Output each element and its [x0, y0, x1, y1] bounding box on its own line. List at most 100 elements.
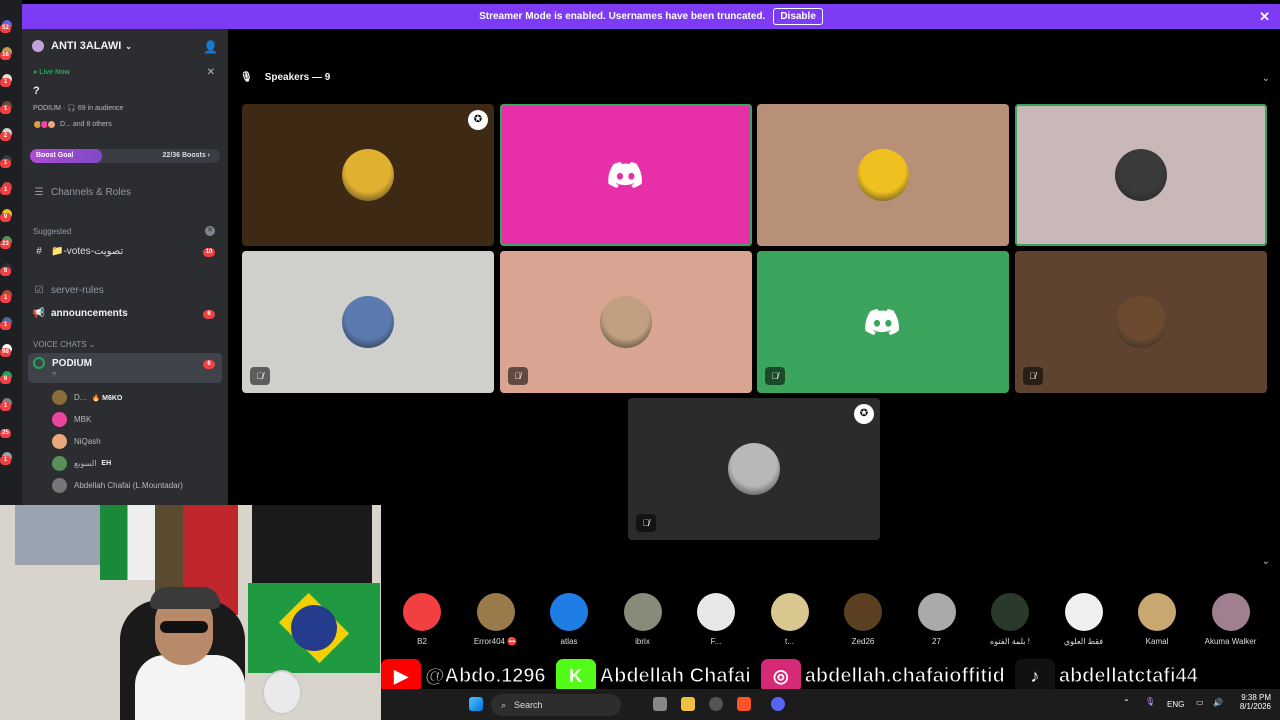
voice-user[interactable]: MBK	[52, 412, 91, 427]
server-badge: 16	[0, 51, 11, 60]
task-view-icon[interactable]	[653, 697, 667, 711]
avatar	[52, 434, 67, 449]
avatar	[728, 443, 780, 495]
audience-name: Zed26	[851, 637, 875, 646]
language-indicator[interactable]: ENG	[1167, 700, 1184, 709]
speaker-tile[interactable]: 🎙̸	[242, 251, 494, 393]
voice-user-name: السوبع	[74, 459, 97, 468]
tray-chevron-icon[interactable]: ⌃	[1123, 698, 1130, 707]
channel-podium[interactable]: PODIUM ? 6	[28, 353, 222, 383]
microphone-icon: 🎙	[240, 72, 253, 83]
audience-row: B2 Error404 ⛔ atlas ibrix F... t... Zed26 27 بلم…	[381, 579, 1280, 651]
server-badge: 25	[0, 429, 11, 438]
audience-member[interactable]: Akuma Walker	[1196, 593, 1266, 646]
server-header[interactable]: ANTI 3ALAWI ⌄ 👤	[22, 29, 228, 63]
disable-button[interactable]: Disable	[773, 8, 823, 25]
avatar	[917, 593, 956, 631]
audience-name: atlas	[560, 637, 578, 646]
audience-name: Error404 ⛔	[473, 637, 518, 646]
voice-user[interactable]: Abdellah Chafai (L.Mountadar)	[52, 478, 183, 493]
avatar	[550, 593, 588, 631]
avatar	[1138, 593, 1176, 631]
audience-member[interactable]: Kamal	[1122, 593, 1192, 646]
channel-votes[interactable]: # 📁-votes-تصويت	[32, 246, 123, 257]
server-logo-icon	[32, 40, 44, 52]
server-badge: 1	[0, 105, 11, 114]
stage-icon	[33, 357, 45, 369]
speakers-header: 🎙 Speakers — 9	[240, 72, 331, 83]
speaker-tile[interactable]: 🎙̸	[757, 251, 1009, 393]
avatar	[599, 296, 652, 348]
chevron-down-icon[interactable]: ⌄	[1262, 556, 1270, 567]
close-icon[interactable]: ✕	[1259, 9, 1270, 25]
audience-member[interactable]: atlas	[534, 593, 604, 646]
channel-server-rules[interactable]: ☑ server-rules	[32, 285, 104, 296]
audience-member[interactable]: بلمة الفتوه !	[975, 593, 1045, 646]
stage-others: D... and 8 others	[33, 120, 112, 129]
voice-user-name: Abdellah Chafai (L.Mountadar)	[74, 481, 183, 490]
speaker-tile[interactable]	[1014, 104, 1267, 246]
boost-goal-bar[interactable]: Boost Goal 22/36 Boosts ›	[30, 149, 220, 163]
volume-icon[interactable]: 🔊	[1213, 698, 1223, 707]
search-input[interactable]: ⌕ Search	[491, 694, 621, 716]
social-handle: ◎ abdellah.chafaioffitid	[760, 659, 1005, 693]
brave-icon[interactable]	[737, 697, 751, 711]
speaker-tile[interactable]: ✪ 🎙̸	[628, 398, 880, 540]
avatar	[342, 149, 394, 201]
stage-title[interactable]: ?	[33, 85, 40, 97]
discord-icon[interactable]	[771, 697, 785, 711]
social-handle: K Abdellah Chafai	[555, 659, 751, 693]
avatar	[1114, 296, 1167, 348]
instagram-icon: ◎	[760, 659, 801, 693]
server-badge: 23	[0, 240, 11, 249]
audience-member[interactable]: t...	[755, 593, 825, 646]
channels-roles-link[interactable]: ☰ Channels & Roles	[32, 187, 132, 198]
dismiss-icon[interactable]: ✕	[205, 226, 215, 236]
avatar	[857, 149, 909, 201]
server-badge: 1	[0, 78, 11, 87]
avatar	[1114, 149, 1167, 201]
file-explorer-icon[interactable]	[681, 697, 695, 711]
wifi-icon[interactable]: ▭	[1196, 698, 1204, 707]
audience-member[interactable]: فقط العلوي	[1049, 593, 1119, 646]
clock[interactable]: 9:38 PM 8/1/2026	[1231, 693, 1271, 711]
avatar	[403, 593, 441, 631]
voice-user[interactable]: D... 🔥 M6KO	[52, 390, 122, 405]
chevron-down-icon: ⌄	[125, 41, 132, 51]
social-text: abdellatctafi44	[1058, 664, 1198, 687]
audience-member[interactable]: 27	[902, 593, 972, 646]
audience-member[interactable]: B2	[387, 593, 457, 646]
person-shirt	[135, 655, 245, 720]
microphone-icon[interactable]: 🎙	[1145, 697, 1155, 706]
chevron-down-icon[interactable]: ⌄	[1262, 73, 1270, 84]
speaker-tile[interactable]: ✪	[242, 104, 494, 246]
voice-user-name: MBK	[74, 415, 92, 424]
avatar	[47, 120, 56, 129]
server-badge: 1	[0, 456, 11, 465]
audience-member[interactable]: Zed26	[828, 593, 898, 646]
voice-user[interactable]: السوبع EH	[52, 456, 111, 471]
invite-people-icon[interactable]: 👤	[203, 40, 218, 54]
avatar	[52, 412, 67, 427]
audience-member[interactable]: ibrix	[608, 593, 678, 646]
avatar	[697, 593, 735, 631]
avatar	[52, 390, 67, 405]
streamer-mode-banner: Streamer Mode is enabled. Usernames have…	[22, 4, 1280, 29]
voice-user[interactable]: NiQash	[52, 434, 101, 449]
server-badge: 1	[0, 321, 11, 330]
avatar	[1211, 593, 1250, 631]
channel-announcements[interactable]: 📢 announcements	[32, 308, 128, 319]
channel-sidebar: ANTI 3ALAWI ⌄ 👤 ● Live Now ✕ ? PODIUM · …	[22, 29, 228, 505]
speaker-tile[interactable]	[499, 104, 752, 246]
windows-start-icon[interactable]	[469, 697, 483, 711]
server-badge: 1	[0, 402, 11, 411]
close-icon[interactable]: ✕	[207, 67, 215, 78]
audience-member[interactable]: F...	[681, 593, 751, 646]
speaker-tile[interactable]: 🎙̸	[1014, 251, 1267, 393]
speaker-tile[interactable]	[757, 104, 1009, 246]
speaker-tile[interactable]: 🎙̸	[499, 251, 752, 393]
steam-icon[interactable]	[709, 697, 723, 711]
voice-category[interactable]: VOICE CHATS ⌄	[33, 340, 96, 349]
audience-member[interactable]: Error404 ⛔	[461, 593, 531, 646]
audience-name: Kamal	[1145, 637, 1169, 646]
